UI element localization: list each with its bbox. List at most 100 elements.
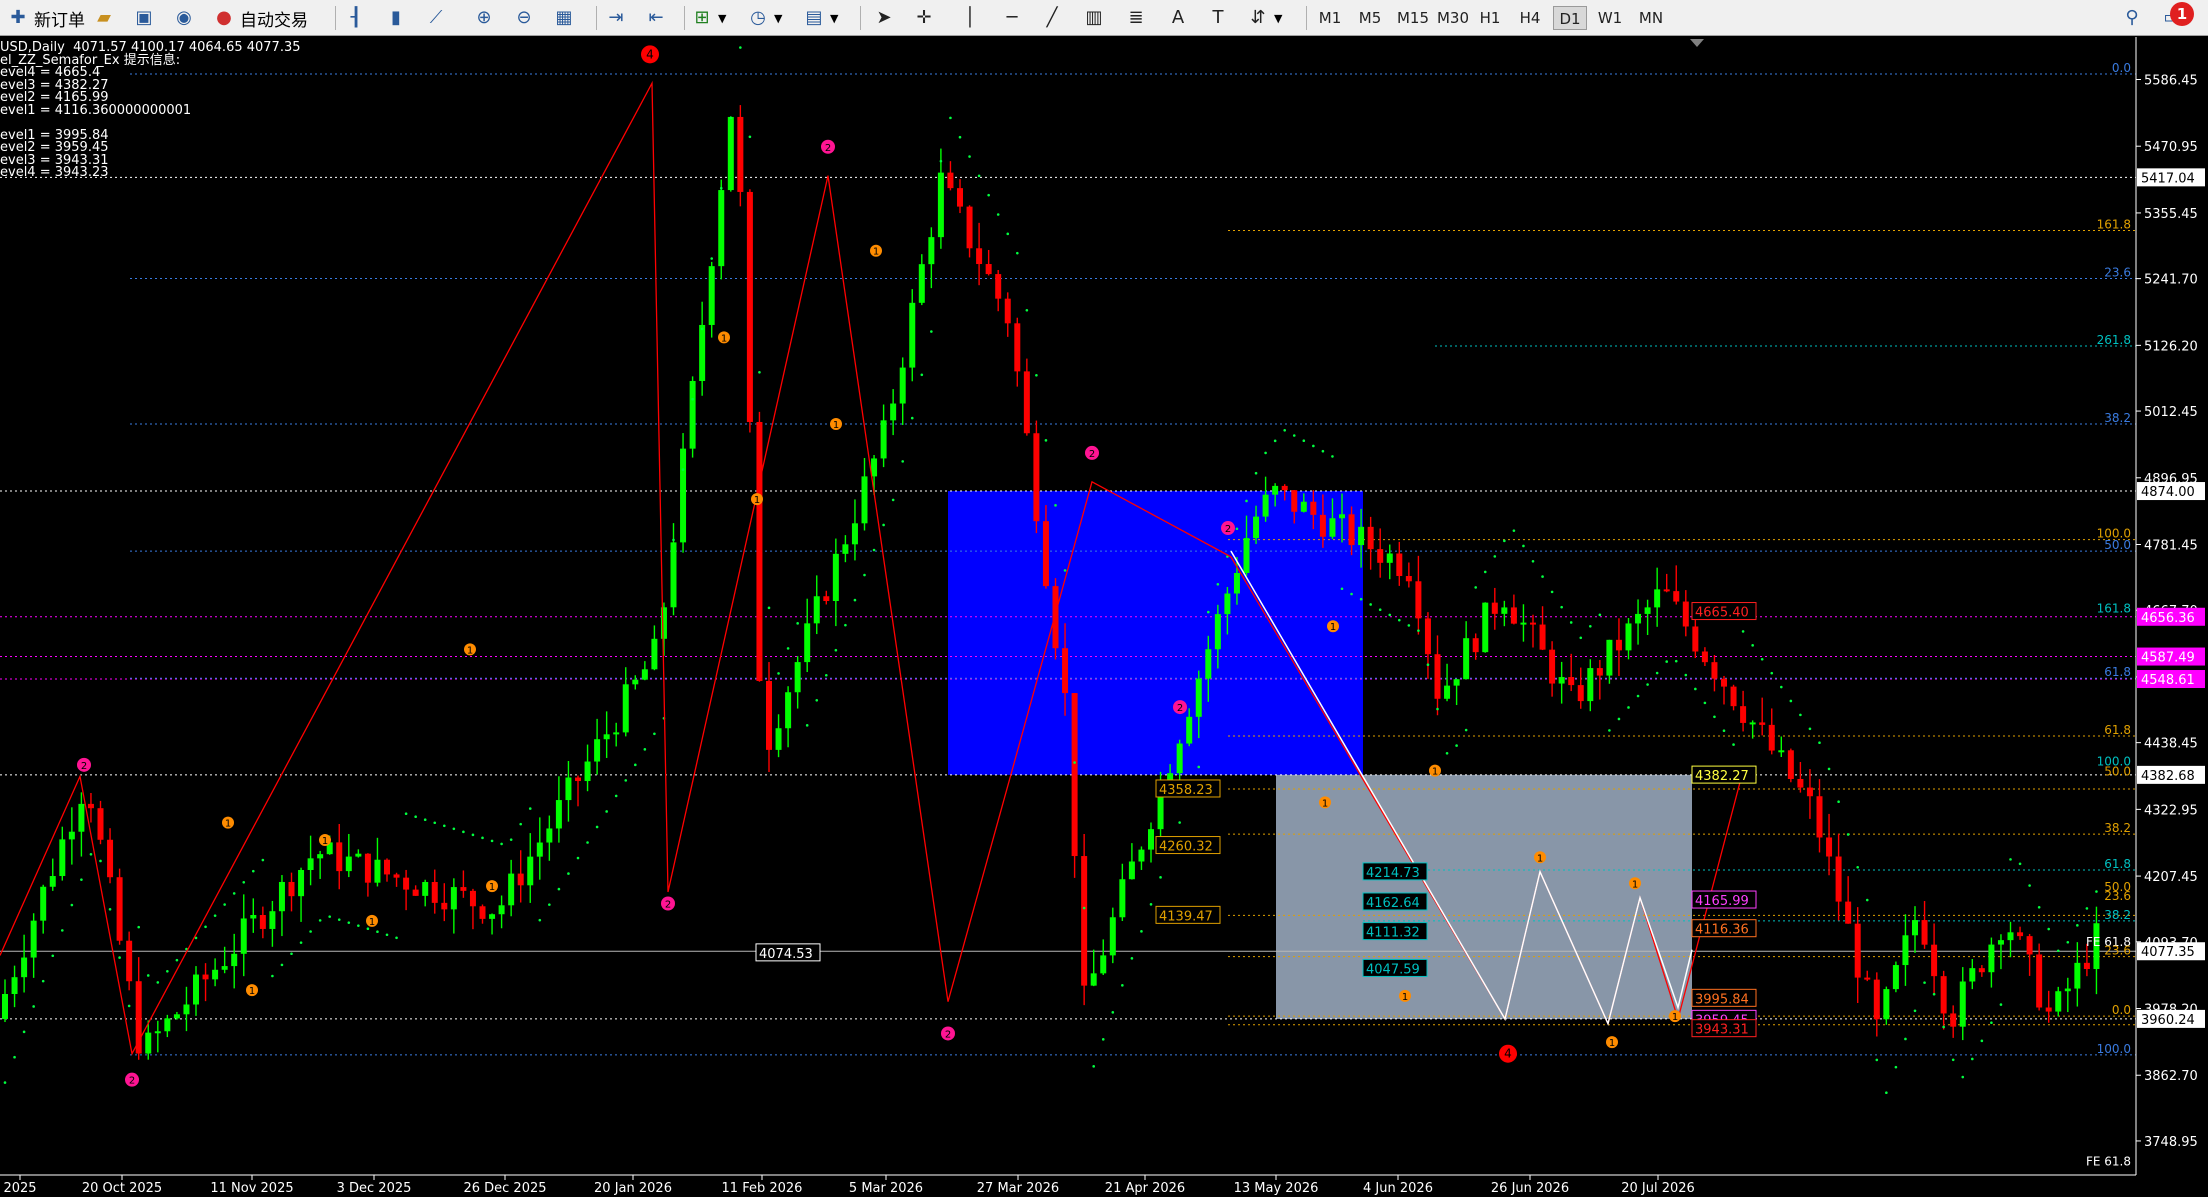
candle-body [164,1018,171,1032]
text-label-button[interactable]: T [1206,3,1230,33]
timeframe-w1[interactable]: W1 [1593,6,1627,30]
sar-dot [1493,555,1497,558]
sar-dot [758,371,761,374]
sar-dot [958,135,962,139]
sar-dot [385,933,389,937]
sar-dot [1560,605,1563,609]
auto-scroll-button[interactable]: ⇥ [604,3,628,33]
crosshair-button[interactable]: ✛ [912,3,936,33]
sar-dot [2095,890,2098,893]
timeframe-m30[interactable]: M30 [1433,6,1473,30]
candle-body [1577,685,1584,702]
auto-trading-button[interactable]: ● 自动交易 [212,3,308,33]
search-button[interactable]: ⚲ [2120,3,2144,33]
timeframe-mn[interactable]: MN [1633,6,1669,30]
sar-dot [557,887,561,891]
candlestick-button[interactable]: ▮ [384,3,408,33]
text-button[interactable]: A [1166,3,1190,33]
sar-dot [853,598,857,602]
sar-dot [538,918,542,922]
candle-body [317,854,324,859]
candle-body [183,1004,190,1015]
sar-dot [232,892,236,895]
candle-body [1138,849,1145,862]
new-order-button[interactable]: ✚ 新订单 [6,3,85,33]
notification-badge[interactable]: 1 [2170,2,2194,26]
timeframe-d1[interactable]: D1 [1553,6,1587,30]
timeframe-m15[interactable]: M15 [1393,6,1433,30]
zoom-out-button[interactable]: ⊖ [512,3,536,33]
semafor-label: 2 [1225,524,1231,535]
sar-dot [1760,657,1764,661]
templates-button[interactable]: ▤ ▼ [802,3,838,33]
price-tick-label: 5012.45 [2144,405,2198,420]
navigator-button[interactable]: ◉ [172,3,196,33]
timeframe-h4[interactable]: H4 [1513,6,1547,30]
sar-dot [1741,630,1745,633]
sar-dot [1073,761,1076,764]
sar-dot [443,824,446,828]
sar-dot [1904,1037,1907,1041]
candle-body [947,172,954,189]
sar-dot [13,1055,16,1059]
sar-dot [1331,455,1334,458]
fibonacci-button[interactable]: ▥ [1082,3,1106,33]
info-line: evel4 = 3943.23 [0,165,109,180]
channel-button[interactable]: ≣ [1124,3,1148,33]
bar-chart-button[interactable]: ┨ [344,3,368,33]
candle-body [1654,589,1661,608]
fib-level-label: 0.0 [2112,1003,2131,1017]
sar-dot [357,924,360,927]
vertical-line-button[interactable]: │ [958,3,982,33]
candle-body [1071,693,1078,857]
fib-level-label: 38.2 [2104,411,2131,425]
sar-dot [1827,767,1831,771]
candle-body [1491,602,1498,614]
arrows-button[interactable]: ⇵ ▼ [1246,3,1282,33]
candle-body [1424,618,1431,655]
candle-body [1673,591,1680,602]
semafor-label: 2 [1089,449,1095,460]
timeframe-h1[interactable]: H1 [1473,6,1507,30]
price-chart[interactable]: 4 2 2 2 2 2 2 2 2 4 1 1 1 1 1 1 1 1 1 1 1 1 1 1 1 1 1 1 4358.23 4260.… [0,37,2208,1197]
sar-dot [32,1005,35,1008]
gold-bars-button[interactable]: ▰ [92,3,116,33]
sar-dot [1054,504,1057,507]
candle-body [1004,298,1011,324]
market-watch-button[interactable]: ▣ [132,3,156,33]
sar-dot [309,930,312,933]
cursor-button[interactable]: ➤ [872,3,896,33]
indicators-button[interactable]: ⊞ ▼ [690,3,726,33]
candle-body [1272,485,1279,495]
sar-dot [471,833,475,837]
sar-dot [891,498,895,502]
zoom-in-button[interactable]: ⊕ [472,3,496,33]
sar-dot [1140,930,1143,933]
timeframe-m5[interactable]: M5 [1353,6,1387,30]
sar-dot [166,969,169,973]
timeframe-m1[interactable]: M1 [1313,6,1347,30]
indicator-info: USD,Daily 4071.57 4100.17 4064.65 4077.3… [0,41,301,180]
sar-dot [1971,1057,1974,1061]
chart-shift-button[interactable]: ⇤ [644,3,668,33]
periods-button[interactable]: ◷ ▼ [746,3,782,33]
tile-windows-button[interactable]: ▦ [552,3,576,33]
candle-body [1472,638,1479,653]
trendline-button[interactable]: ╱ [1040,3,1064,33]
zoom-in-icon: ⊕ [476,7,492,28]
sar-dot [1426,663,1430,667]
line-chart-button[interactable]: ⟋ [424,3,448,33]
candle-body [928,237,935,265]
sar-dot [1369,603,1372,606]
horizontal-line-button[interactable]: ─ [1000,3,1024,33]
candle-body [985,264,992,275]
sar-dot [767,606,771,610]
sar-dot [1436,707,1439,711]
candle-body [460,887,467,891]
sar-dot [2085,907,2089,910]
sar-dot [1006,232,1010,236]
sar-dot [815,699,819,702]
candle-body [1997,940,2004,945]
candle-body [1233,572,1240,594]
sar-dot [1617,717,1621,721]
